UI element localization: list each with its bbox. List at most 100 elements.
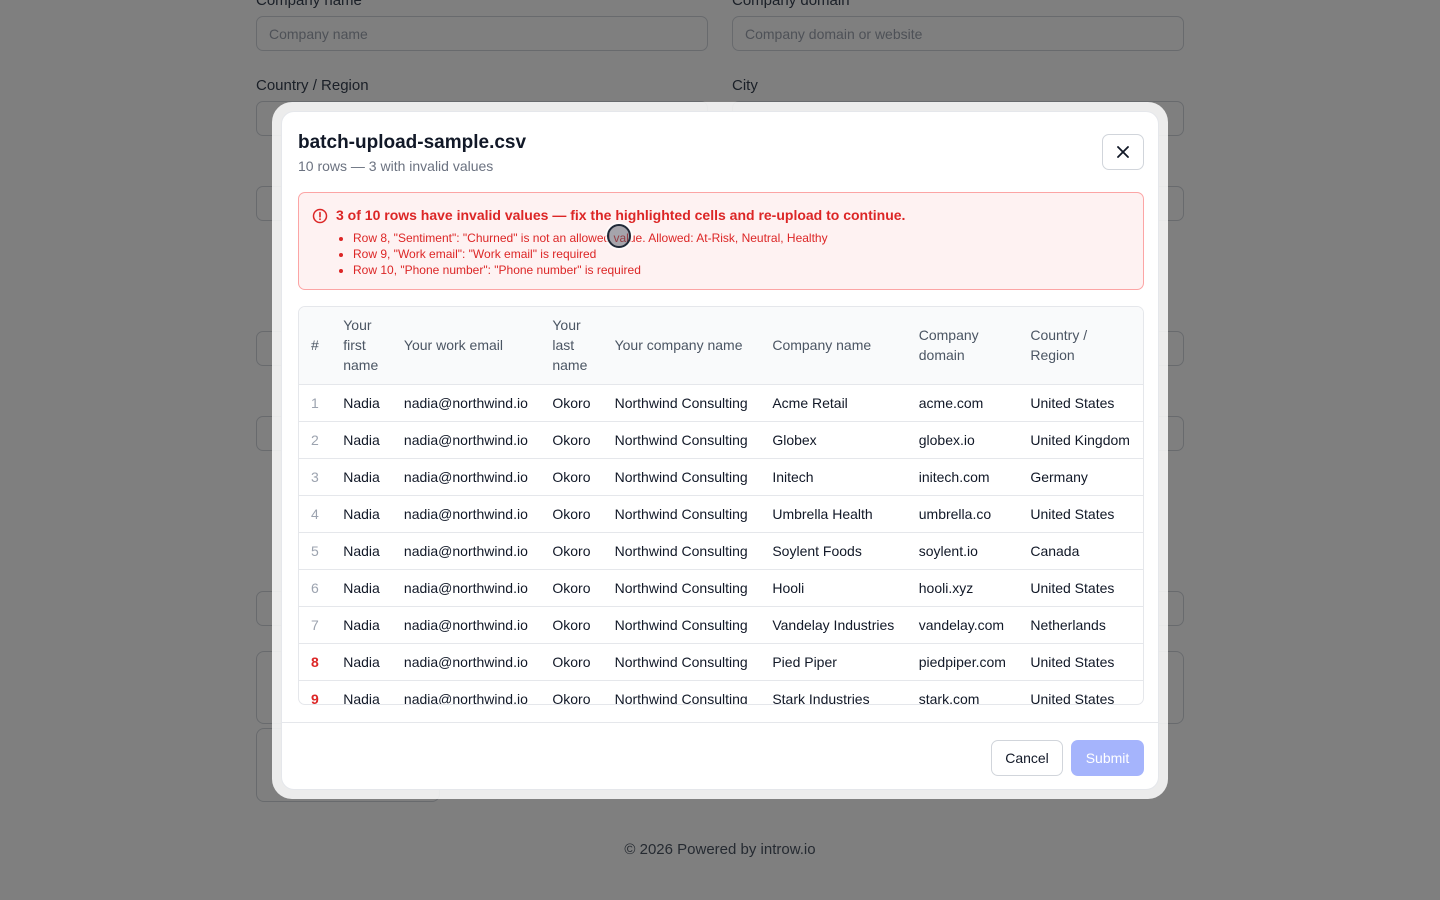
table-cell: Northwind Consulting xyxy=(602,643,761,681)
table-cell: Nadia xyxy=(331,532,392,570)
row-number-cell: 2 xyxy=(299,421,332,459)
table-cell: vandelay.com xyxy=(906,606,1019,644)
alert-error-item: Row 9, "Work email": "Work email" is req… xyxy=(353,246,828,262)
table-cell: Acme Retail xyxy=(760,384,907,422)
column-header: Company domain xyxy=(906,307,1019,385)
table-cell: Okoro xyxy=(540,384,603,422)
row-number-cell: 9 xyxy=(299,680,332,704)
table-row: 2 Nadia nadia@northwind.io Okoro Northwind C… xyxy=(299,421,1143,459)
column-header: Your company name xyxy=(602,307,761,385)
table-cell: Netherlands xyxy=(1018,606,1143,644)
submit-button[interactable]: Submit xyxy=(1071,740,1144,776)
table-cell: nadia@northwind.io xyxy=(391,495,541,533)
row-number-cell: 1 xyxy=(299,384,332,422)
table-body: 1 Nadia nadia@northwind.io Okoro Northwind C… xyxy=(299,384,1143,704)
table-cell: nadia@northwind.io xyxy=(391,606,541,644)
table-cell: Okoro xyxy=(540,606,603,644)
table-cell: nadia@northwind.io xyxy=(391,569,541,607)
table-cell: Okoro xyxy=(540,495,603,533)
table-cell: Nadia xyxy=(331,421,392,459)
table-row: 8 Nadia nadia@northwind.io Okoro Northwind C… xyxy=(299,643,1143,681)
modal-subtitle: 10 rows — 3 with invalid values xyxy=(298,158,494,174)
upload-preview-modal: batch-upload-sample.csv 10 rows — 3 with… xyxy=(281,111,1159,790)
table-cell: Nadia xyxy=(331,384,392,422)
column-header: Company name xyxy=(760,307,907,385)
table-cell: Northwind Consulting xyxy=(602,680,761,704)
table-cell: United Kingdom xyxy=(1018,421,1143,459)
table-row: 4 Nadia nadia@northwind.io Okoro Northwind C… xyxy=(299,495,1143,533)
table-cell: nadia@northwind.io xyxy=(391,421,541,459)
table-cell: Okoro xyxy=(540,680,603,704)
table-cell: Okoro xyxy=(540,421,603,459)
mouse-cursor xyxy=(607,224,631,248)
table-cell: Nadia xyxy=(331,680,392,704)
alert-error-item: Row 8, "Sentiment": "Churned" is not an … xyxy=(353,230,828,246)
table-cell: piedpiper.com xyxy=(906,643,1019,681)
table-row: 7 Nadia nadia@northwind.io Okoro Northwind C… xyxy=(299,606,1143,644)
table-cell: United States xyxy=(1018,680,1143,704)
row-number-cell: 8 xyxy=(299,643,332,681)
column-header: Your last name xyxy=(540,307,603,385)
table-row: 3 Nadia nadia@northwind.io Okoro Northwind C… xyxy=(299,458,1143,496)
table-cell: Northwind Consulting xyxy=(602,458,761,496)
table-cell: United States xyxy=(1018,495,1143,533)
column-header: # xyxy=(299,307,332,385)
table-row: 1 Nadia nadia@northwind.io Okoro Northwind C… xyxy=(299,384,1143,422)
alert-title: 3 of 10 rows have invalid values — fix t… xyxy=(336,207,906,223)
preview-table-container[interactable]: # Your first name Your work email Your l… xyxy=(298,306,1144,705)
table-cell: Northwind Consulting xyxy=(602,532,761,570)
table-cell: Soylent Foods xyxy=(760,532,907,570)
table-row: 6 Nadia nadia@northwind.io Okoro Northwind C… xyxy=(299,569,1143,607)
row-number-cell: 7 xyxy=(299,606,332,644)
row-number-cell: 4 xyxy=(299,495,332,533)
table-cell: Stark Industries xyxy=(760,680,907,704)
row-number-cell: 6 xyxy=(299,569,332,607)
table-cell: Globex xyxy=(760,421,907,459)
modal-title: batch-upload-sample.csv xyxy=(298,132,527,153)
table-cell: stark.com xyxy=(906,680,1019,704)
table-cell: Nadia xyxy=(331,643,392,681)
preview-table: # Your first name Your work email Your l… xyxy=(299,307,1143,704)
table-cell: Okoro xyxy=(540,458,603,496)
table-cell: initech.com xyxy=(906,458,1019,496)
table-row: 5 Nadia nadia@northwind.io Okoro Northwind C… xyxy=(299,532,1143,570)
table-cell: nadia@northwind.io xyxy=(391,384,541,422)
table-cell: Canada xyxy=(1018,532,1143,570)
row-number-cell: 3 xyxy=(299,458,332,496)
table-cell: hooli.xyz xyxy=(906,569,1019,607)
close-icon xyxy=(1117,146,1129,158)
table-cell: nadia@northwind.io xyxy=(391,680,541,704)
table-cell: Germany xyxy=(1018,458,1143,496)
alert-error-list: Row 8, "Sentiment": "Churned" is not an … xyxy=(353,230,828,278)
table-cell: Northwind Consulting xyxy=(602,569,761,607)
table-cell: globex.io xyxy=(906,421,1019,459)
table-cell: Northwind Consulting xyxy=(602,606,761,644)
table-cell: Okoro xyxy=(540,532,603,570)
table-cell: United States xyxy=(1018,643,1143,681)
table-cell: Initech xyxy=(760,458,907,496)
row-number-cell: 5 xyxy=(299,532,332,570)
column-header: Your work email xyxy=(391,307,541,385)
table-cell: Northwind Consulting xyxy=(602,384,761,422)
table-cell: Nadia xyxy=(331,569,392,607)
table-cell: Vandelay Industries xyxy=(760,606,907,644)
table-cell: Okoro xyxy=(540,643,603,681)
table-cell: United States xyxy=(1018,384,1143,422)
table-cell: nadia@northwind.io xyxy=(391,532,541,570)
column-header: Your first name xyxy=(331,307,392,385)
table-cell: umbrella.co xyxy=(906,495,1019,533)
modal-footer: Cancel Submit xyxy=(282,722,1158,789)
table-cell: nadia@northwind.io xyxy=(391,643,541,681)
table-cell: acme.com xyxy=(906,384,1019,422)
cancel-button[interactable]: Cancel xyxy=(991,740,1063,776)
table-cell: nadia@northwind.io xyxy=(391,458,541,496)
table-cell: Umbrella Health xyxy=(760,495,907,533)
close-button[interactable] xyxy=(1102,134,1144,170)
table-header-row: # Your first name Your work email Your l… xyxy=(299,307,1143,385)
validation-alert: 3 of 10 rows have invalid values — fix t… xyxy=(298,192,1144,290)
table-cell: Northwind Consulting xyxy=(602,421,761,459)
table-row: 9 Nadia nadia@northwind.io Okoro Northwind C… xyxy=(299,680,1143,704)
table-cell: Okoro xyxy=(540,569,603,607)
table-cell: soylent.io xyxy=(906,532,1019,570)
column-header: Country / Region xyxy=(1018,307,1143,385)
